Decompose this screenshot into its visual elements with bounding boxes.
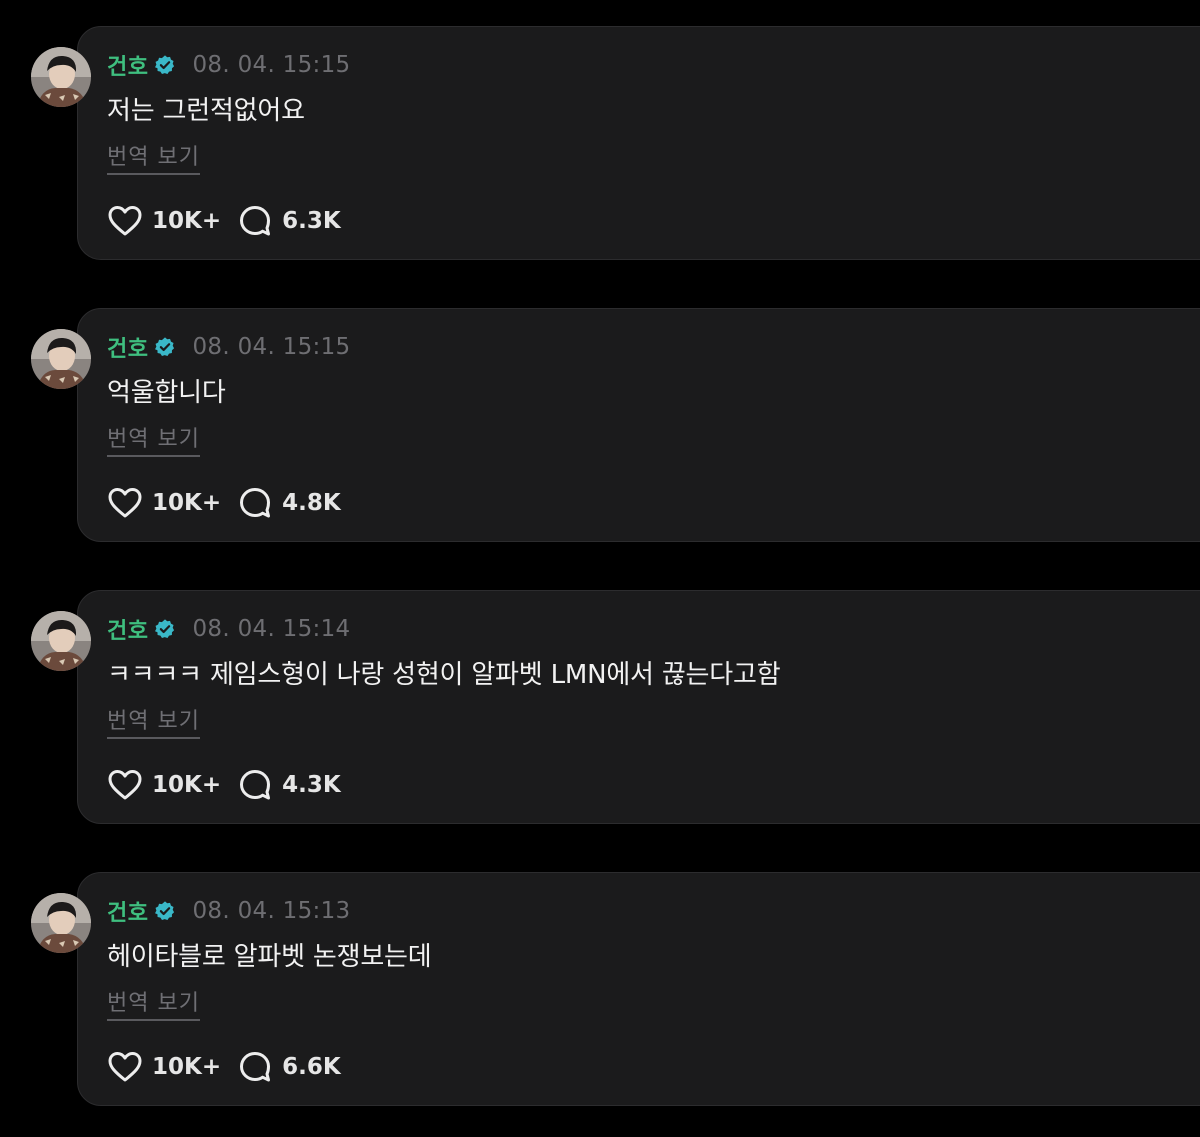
- speech-bubble-icon: [237, 204, 273, 238]
- comment-actions: 10K+ 6.6K: [107, 1050, 341, 1084]
- verified-badge-icon: [154, 336, 176, 358]
- comment-feed: 건호 08. 04. 15:15 저는 그런적없어요 번역 보기 10K+ 6.…: [0, 0, 1200, 1137]
- like-button[interactable]: 10K+: [107, 486, 221, 520]
- username[interactable]: 건호: [107, 49, 148, 81]
- comment-post: 건호 08. 04. 15:13 헤이타블로 알파벳 논쟁보는데 번역 보기 1…: [0, 872, 1200, 1108]
- comment-post: 건호 08. 04. 15:14 ㅋㅋㅋㅋ 제임스형이 나랑 성현이 알파벳 L…: [0, 590, 1200, 826]
- speech-bubble-icon: [237, 768, 273, 802]
- avatar[interactable]: [31, 893, 91, 953]
- like-count: 10K+: [152, 490, 222, 516]
- avatar[interactable]: [31, 329, 91, 389]
- verified-badge-icon: [154, 618, 176, 640]
- comment-post: 건호 08. 04. 15:15 억울합니다 번역 보기 10K+ 4.8K: [0, 308, 1200, 544]
- like-count: 10K+: [152, 1054, 222, 1080]
- speech-bubble-icon: [237, 486, 273, 520]
- avatar-photo: [31, 329, 91, 389]
- comment-text: 저는 그런적없어요: [107, 96, 305, 126]
- avatar-photo: [31, 611, 91, 671]
- verified-badge-icon: [154, 900, 176, 922]
- reply-button[interactable]: 6.3K: [237, 204, 341, 238]
- like-button[interactable]: 10K+: [107, 204, 221, 238]
- translate-link[interactable]: 번역 보기: [107, 985, 200, 1021]
- heart-icon: [107, 204, 143, 238]
- translate-link[interactable]: 번역 보기: [107, 421, 200, 457]
- like-button[interactable]: 10K+: [107, 768, 221, 802]
- comment-meta: 건호 08. 04. 15:13: [107, 896, 350, 926]
- comment-count: 6.6K: [282, 1054, 341, 1080]
- reply-button[interactable]: 4.3K: [237, 768, 341, 802]
- comment-actions: 10K+ 6.3K: [107, 204, 341, 238]
- comment-meta: 건호 08. 04. 15:15: [107, 50, 350, 80]
- comment-post: 건호 08. 04. 15:15 저는 그런적없어요 번역 보기 10K+ 6.…: [0, 26, 1200, 262]
- verified-badge-icon: [154, 54, 176, 76]
- avatar-photo: [31, 893, 91, 953]
- heart-icon: [107, 768, 143, 802]
- timestamp: 08. 04. 15:14: [192, 616, 351, 642]
- timestamp: 08. 04. 15:13: [192, 898, 351, 924]
- avatar-photo: [31, 47, 91, 107]
- avatar[interactable]: [31, 47, 91, 107]
- reply-button[interactable]: 4.8K: [237, 486, 341, 520]
- translate-link[interactable]: 번역 보기: [107, 703, 200, 739]
- comment-count: 4.3K: [282, 772, 341, 798]
- comment-meta: 건호 08. 04. 15:14: [107, 614, 350, 644]
- comment-text: 헤이타블로 알파벳 논쟁보는데: [107, 942, 432, 972]
- comment-meta: 건호 08. 04. 15:15: [107, 332, 350, 362]
- username[interactable]: 건호: [107, 331, 148, 363]
- heart-icon: [107, 486, 143, 520]
- comment-count: 6.3K: [282, 208, 341, 234]
- username[interactable]: 건호: [107, 613, 148, 645]
- comment-actions: 10K+ 4.8K: [107, 486, 341, 520]
- heart-icon: [107, 1050, 143, 1084]
- reply-button[interactable]: 6.6K: [237, 1050, 341, 1084]
- comment-text: 억울합니다: [107, 378, 226, 408]
- comment-text: ㅋㅋㅋㅋ 제임스형이 나랑 성현이 알파벳 LMN에서 끊는다고함: [107, 660, 781, 690]
- like-button[interactable]: 10K+: [107, 1050, 221, 1084]
- avatar[interactable]: [31, 611, 91, 671]
- username[interactable]: 건호: [107, 895, 148, 927]
- translate-link[interactable]: 번역 보기: [107, 139, 200, 175]
- timestamp: 08. 04. 15:15: [192, 334, 351, 360]
- like-count: 10K+: [152, 772, 222, 798]
- like-count: 10K+: [152, 208, 222, 234]
- comment-count: 4.8K: [282, 490, 341, 516]
- comment-actions: 10K+ 4.3K: [107, 768, 341, 802]
- speech-bubble-icon: [237, 1050, 273, 1084]
- timestamp: 08. 04. 15:15: [192, 52, 351, 78]
